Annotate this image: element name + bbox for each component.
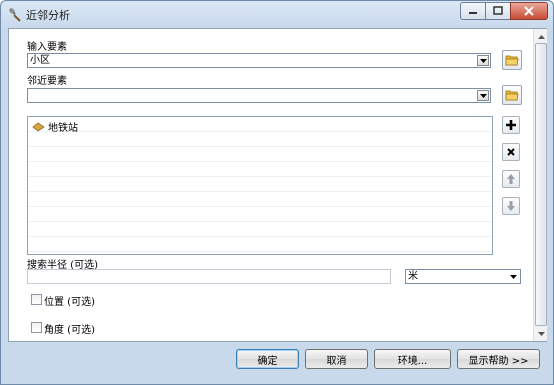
chevron-down-icon[interactable]: [477, 90, 489, 101]
remove-button[interactable]: [502, 143, 520, 161]
window-title: 近邻分析: [26, 9, 70, 22]
ok-button[interactable]: 确定: [236, 349, 299, 369]
scroll-down-icon[interactable]: [535, 327, 547, 340]
move-down-button[interactable]: [502, 197, 520, 215]
list-empty-row: [28, 147, 492, 162]
list-empty-row: [28, 207, 492, 222]
move-up-button[interactable]: [502, 170, 520, 188]
list-empty-row: [28, 237, 492, 252]
list-empty-row: [28, 162, 492, 177]
list-empty-row: [28, 132, 492, 147]
search-radius-unit-value: 米: [408, 271, 418, 282]
angle-checkbox[interactable]: [31, 322, 42, 333]
input-features-label: 输入要素: [27, 42, 67, 53]
minimize-icon: [469, 12, 477, 14]
list-empty-row: [28, 222, 492, 237]
minimize-button[interactable]: [460, 2, 486, 20]
browse-near-button[interactable]: [502, 85, 522, 105]
list-empty-row: [28, 177, 492, 192]
close-button[interactable]: [510, 2, 548, 20]
near-features-label: 邻近要素: [27, 76, 67, 87]
near-features-combo[interactable]: [27, 88, 491, 103]
list-item[interactable]: 地铁站: [28, 117, 492, 134]
scroll-up-icon[interactable]: [535, 30, 547, 43]
search-radius-unit-combo[interactable]: 米: [405, 269, 521, 284]
tool-dialog-window: 近邻分析 输入要素 小区 邻近要素 地铁站 搜索半径 (可选) 米 位置 (可选…: [0, 0, 554, 385]
location-checkbox[interactable]: [31, 294, 42, 305]
remove-icon: [507, 148, 515, 156]
maximize-button[interactable]: [485, 2, 511, 20]
near-features-list[interactable]: 地铁站: [27, 116, 493, 255]
scrollbar-thumb[interactable]: [535, 43, 547, 326]
title-bar[interactable]: 近邻分析: [1, 1, 553, 27]
browse-input-button[interactable]: [502, 50, 522, 70]
list-empty-row: [28, 192, 492, 207]
hammer-icon: [7, 6, 23, 22]
dialog-content: 输入要素 小区 邻近要素 地铁站 搜索半径 (可选) 米 位置 (可选) 角度 …: [8, 28, 547, 342]
vertical-scrollbar[interactable]: [533, 29, 547, 341]
folder-icon: [505, 90, 519, 101]
input-features-value: 小区: [30, 55, 50, 66]
plus-icon: [506, 120, 516, 130]
chevron-down-icon[interactable]: [507, 271, 519, 282]
chevron-down-icon[interactable]: [477, 55, 489, 66]
add-button[interactable]: [502, 116, 520, 134]
cancel-button[interactable]: 取消: [305, 349, 368, 369]
search-radius-input[interactable]: [27, 269, 391, 284]
arrow-up-icon: [507, 174, 515, 184]
environments-button[interactable]: 环境...: [374, 349, 451, 369]
input-features-combo[interactable]: 小区: [27, 53, 491, 68]
maximize-icon: [493, 6, 503, 15]
arrow-down-icon: [507, 201, 515, 211]
folder-icon: [505, 55, 519, 66]
angle-label: 角度 (可选): [44, 325, 95, 336]
close-icon: [524, 6, 534, 16]
location-label: 位置 (可选): [44, 297, 95, 308]
show-help-button[interactable]: 显示帮助 >>: [457, 349, 540, 369]
feature-layer-icon: [32, 122, 45, 131]
